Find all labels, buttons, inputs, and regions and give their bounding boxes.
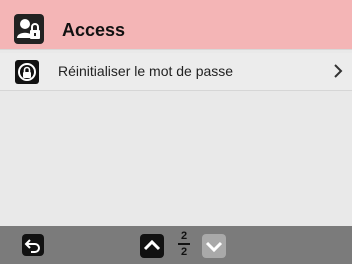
page-up-button[interactable] [140,234,164,258]
chevron-up-icon [143,239,161,251]
page-title: Access [62,20,126,40]
header: Access [0,0,352,50]
reset-password-icon [15,60,39,84]
current-page: 2 [180,230,188,242]
back-arrow-icon [24,239,40,253]
list-item-reset-password[interactable]: Réinitialiser le mot de passe [0,53,352,91]
screen: Access Réinitialiser le mot de passe 2 2 [0,0,352,264]
fraction-bar [178,243,190,245]
page-indicator: 2 2 [172,230,196,262]
total-pages: 2 [180,246,188,258]
chevron-right-icon [332,63,344,79]
chevron-down-icon [205,241,223,253]
page-down-button[interactable] [202,234,226,258]
list-item-label: Réinitialiser le mot de passe [58,63,234,79]
back-button[interactable] [22,234,44,256]
footer: 2 2 [0,226,352,264]
user-lock-icon [14,14,44,44]
